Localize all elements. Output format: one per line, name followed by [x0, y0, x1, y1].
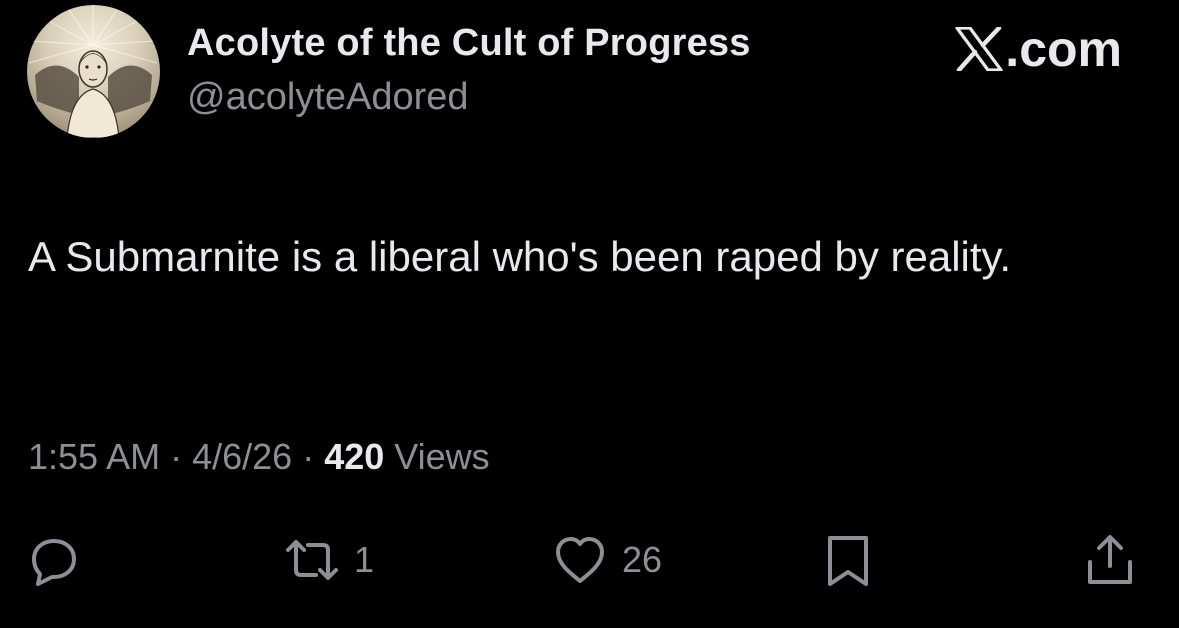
avatar-image	[28, 5, 158, 138]
repost-button[interactable]: 1	[284, 532, 374, 588]
share-icon	[1088, 535, 1132, 584]
tweet-text: A Submarnite is a liberal who's been rap…	[28, 233, 1012, 280]
reply-icon	[32, 539, 76, 586]
author-display-name[interactable]: Acolyte of the Cult of Progress	[187, 22, 751, 65]
x-logo-icon	[955, 27, 1003, 71]
repost-icon	[286, 540, 338, 580]
meta-separator: ·	[170, 436, 183, 477]
brand-domain: .com	[1005, 21, 1122, 77]
reply-button[interactable]	[26, 532, 82, 588]
brand-watermark: .com	[955, 20, 1122, 78]
like-button[interactable]: 26	[552, 532, 662, 588]
bookmark-button[interactable]	[820, 532, 876, 588]
tweet-date[interactable]: 4/6/26	[192, 436, 292, 477]
heart-icon	[556, 537, 604, 583]
like-count: 26	[622, 539, 663, 580]
views-label[interactable]: Views	[394, 436, 489, 477]
views-count[interactable]: 420	[324, 436, 384, 477]
tweet-meta: 1:55 AM · 4/6/26 · 420 Views	[28, 436, 490, 478]
tweet-time[interactable]: 1:55 AM	[28, 436, 160, 477]
share-button[interactable]	[1082, 532, 1138, 588]
bookmark-icon	[828, 536, 868, 586]
meta-separator: ·	[302, 436, 315, 477]
avatar[interactable]	[27, 5, 160, 138]
author-handle[interactable]: @acolyteAdored	[187, 76, 469, 119]
repost-count: 1	[354, 539, 375, 580]
